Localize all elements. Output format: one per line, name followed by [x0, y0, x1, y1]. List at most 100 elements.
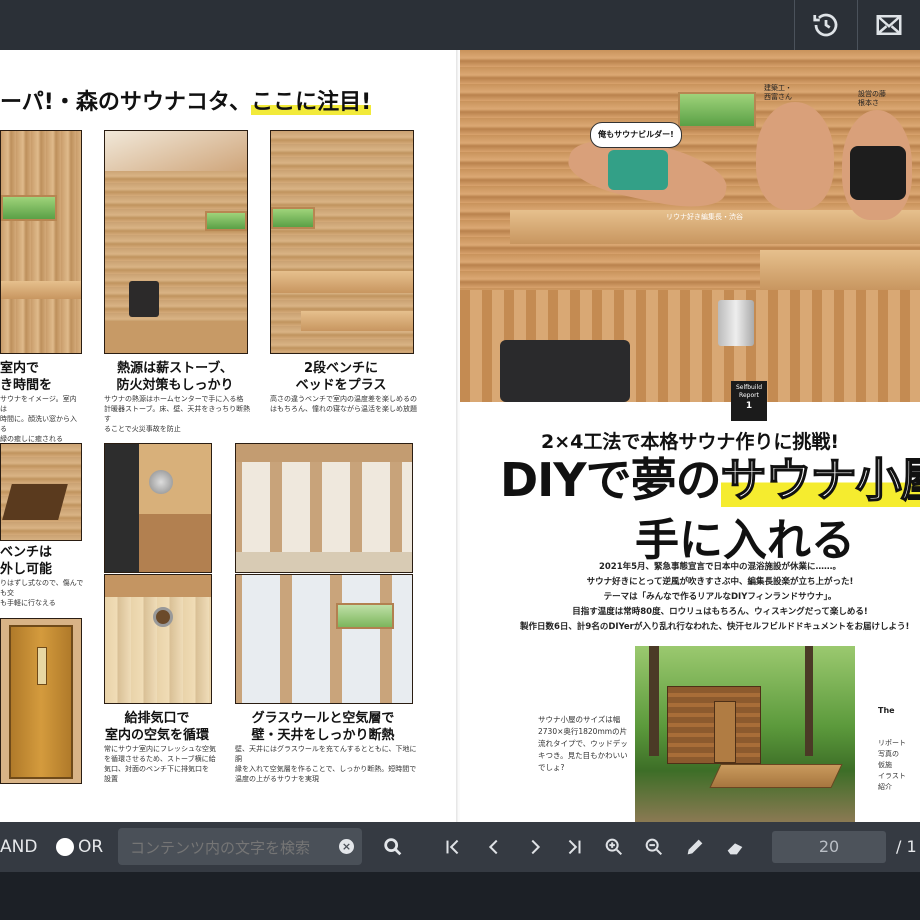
- previous-page-button[interactable]: [481, 834, 507, 860]
- door-window-shape: [37, 647, 47, 685]
- caption-body-1: サウナをイメージ。室内は 時間に。顔洗い窓から入る 緑の癒しに癒される: [0, 395, 77, 443]
- zoom-out-icon: [645, 838, 663, 856]
- history-button[interactable]: [794, 0, 857, 50]
- viewer-toolbar: AND OR × 20 / 1: [0, 822, 920, 872]
- right-page: 俺もサウナビルダー! リウナ好き編集長・渋谷 建築工・ 西富さん 設営の藤 根本…: [460, 50, 920, 822]
- or-option-label[interactable]: OR: [78, 822, 103, 872]
- photo-sauna-door: [0, 618, 82, 784]
- window-shape: [678, 92, 756, 128]
- photo-air-vent-stove: [104, 443, 212, 573]
- photo-removable-bench: [0, 443, 82, 541]
- bottom-bar: [0, 872, 920, 920]
- tree-shape: [805, 646, 813, 756]
- ceiling-shape: [236, 444, 412, 462]
- cabin-caption: サウナ小屋のサイズは幅2730×奥行1820mmの片流れタイプで、ウッドデッキつ…: [538, 715, 628, 772]
- top-bar: [0, 0, 920, 50]
- first-page-icon: [446, 839, 459, 855]
- frame-shape: [105, 575, 211, 597]
- photo-exhaust-vent: [104, 574, 212, 704]
- next-page-button[interactable]: [522, 834, 548, 860]
- search-button[interactable]: [380, 834, 406, 860]
- magazine-spread: ーパ!・森のサウナコタ、ここに注目! 室内で き時間を サウナをイメージ。室内は …: [0, 50, 920, 822]
- person-sitting-shape: [756, 102, 834, 210]
- left-page-heading: ーパ!・森のサウナコタ、ここに注目!: [0, 90, 372, 115]
- shirt-shape: [850, 146, 906, 200]
- lead-line: 製作日数6日、計9名のDIYerが入り乱れ行なわれた、快汗セルフビルドドキュメン…: [520, 622, 910, 632]
- photo-insulation-2: [235, 574, 413, 704]
- article-subtitle: 2×4工法で本格サウナ作りに挑戦!: [540, 431, 840, 453]
- pen-button[interactable]: [682, 834, 708, 860]
- article-title-line-1: DIYで夢のサウナ小屋: [500, 452, 920, 508]
- side-bench-shape: [760, 250, 920, 290]
- search-input[interactable]: [128, 828, 332, 867]
- person-label-3: 設営の藤 根本さ: [858, 90, 886, 107]
- vent-shape: [153, 607, 173, 627]
- badge-line-1: Selfbuild: [735, 384, 763, 391]
- bucket-shape: [718, 300, 754, 346]
- window-shape: [336, 603, 394, 629]
- ceiling-shape: [105, 131, 247, 171]
- last-page-icon: [568, 839, 581, 855]
- bench-opening-shape: [2, 484, 68, 520]
- edge-text: リポート 写真の 仮施 イラスト 紹介: [878, 739, 906, 791]
- caption-body-2: サウナの熱源はホームセンターで手に入る格 計暖器ストーブ。床、壁、天井をきっちり…: [104, 395, 251, 433]
- mail-icon: [876, 15, 902, 35]
- speech-bubble: 俺もサウナビルダー!: [590, 122, 682, 148]
- stove-shape: [500, 340, 630, 402]
- caption-title-1: 室内で き時間を: [0, 361, 53, 393]
- zoom-in-icon: [605, 838, 623, 856]
- caption-body-5: 常にサウナ室内にフレッシュな空気 を循環させるため、ストーブ横に給 気口、対面の…: [104, 745, 216, 783]
- cabin-door-shape: [714, 701, 736, 763]
- window-shape: [271, 207, 315, 229]
- page-total: / 1: [896, 837, 917, 856]
- stove-shape: [129, 281, 159, 317]
- wall-shape: [139, 514, 211, 572]
- or-radio[interactable]: [56, 838, 74, 856]
- door-shape: [9, 625, 73, 779]
- caption-body-3: 高さの違うベンチで室内の温度差を楽しめるの はもちろん、憧れの寝ながら温活を楽し…: [270, 395, 417, 413]
- search-icon: [384, 838, 402, 856]
- photo-sauna-builders: 俺もサウナビルダー! リウナ好き編集長・渋谷 建築工・ 西富さん 設営の藤 根本…: [460, 50, 920, 402]
- zoom-in-button[interactable]: [601, 834, 627, 860]
- page-number-input[interactable]: 20: [772, 831, 886, 863]
- bench-shape: [1, 281, 81, 299]
- clear-search-icon[interactable]: ×: [339, 839, 354, 854]
- search-box: ×: [118, 828, 362, 867]
- photo-two-tier-bench: [270, 130, 414, 354]
- caption-title-6: グラスウールと空気層で 壁・天井をしっかり断熱: [251, 711, 395, 743]
- last-page-button[interactable]: [561, 834, 587, 860]
- lead-line: テーマは「みんなで作るリアルなDIYフィンランドサウナ」。: [603, 592, 837, 602]
- mail-button[interactable]: [857, 0, 920, 50]
- photo-sauna-interior-window: [0, 130, 82, 354]
- lead-line: サウナ好きにとって逆風が吹きすさぶ中、編集長設楽が立ち上がった!: [586, 577, 854, 587]
- person-label-1: リウナ好き編集長・渋谷: [666, 213, 743, 221]
- zoom-out-button[interactable]: [641, 834, 667, 860]
- tree-shape: [649, 646, 659, 756]
- floor-shape: [236, 552, 412, 572]
- eraser-button[interactable]: [722, 834, 748, 860]
- left-page: ーパ!・森のサウナコタ、ここに注目! 室内で き時間を サウナをイメージ。室内は …: [0, 50, 458, 822]
- caption-title-4: ベンチは 外し可能: [0, 545, 53, 577]
- article-title-line-2: 手に入れる: [635, 515, 855, 566]
- photo-insulation-1: [235, 443, 413, 573]
- badge-line-2: Report: [739, 392, 759, 399]
- caption-title-3: 2段ベンチに ベッドをプラス: [295, 361, 387, 393]
- lead-line: 2021年5月、緊急事態宣言で日本中の混浴施設が休業に……。: [598, 562, 842, 572]
- window-shape: [205, 211, 247, 231]
- cabin-shape: [667, 686, 761, 764]
- caption-body-6: 壁、天井にはグラスウールを充てんするとともに、下地に胴 縁を入れて空気層を作るこ…: [235, 745, 417, 783]
- person-label-2: 建築工・ 西富さん: [764, 84, 792, 101]
- deck-shape: [709, 764, 843, 788]
- photo-wood-stove: [104, 130, 248, 354]
- caption-body-4: りはずし式なので、傷んでも交 も手軽に行なえる: [0, 579, 84, 607]
- photo-sauna-cabin: [635, 646, 855, 822]
- shorts-shape: [608, 150, 668, 190]
- chevron-left-icon: [488, 839, 498, 855]
- caption-title-5: 給排気口で 室内の空気を循環: [104, 711, 209, 743]
- bench-shape: [271, 271, 413, 293]
- and-option-label[interactable]: AND: [0, 822, 37, 872]
- lead-line: 目指す温度は常時80度、ロウリュはもちろん、ウィスキングだって楽しめる!: [572, 607, 868, 617]
- first-page-button[interactable]: [440, 834, 466, 860]
- floor-shape: [105, 321, 247, 353]
- edge-label: The: [878, 706, 895, 715]
